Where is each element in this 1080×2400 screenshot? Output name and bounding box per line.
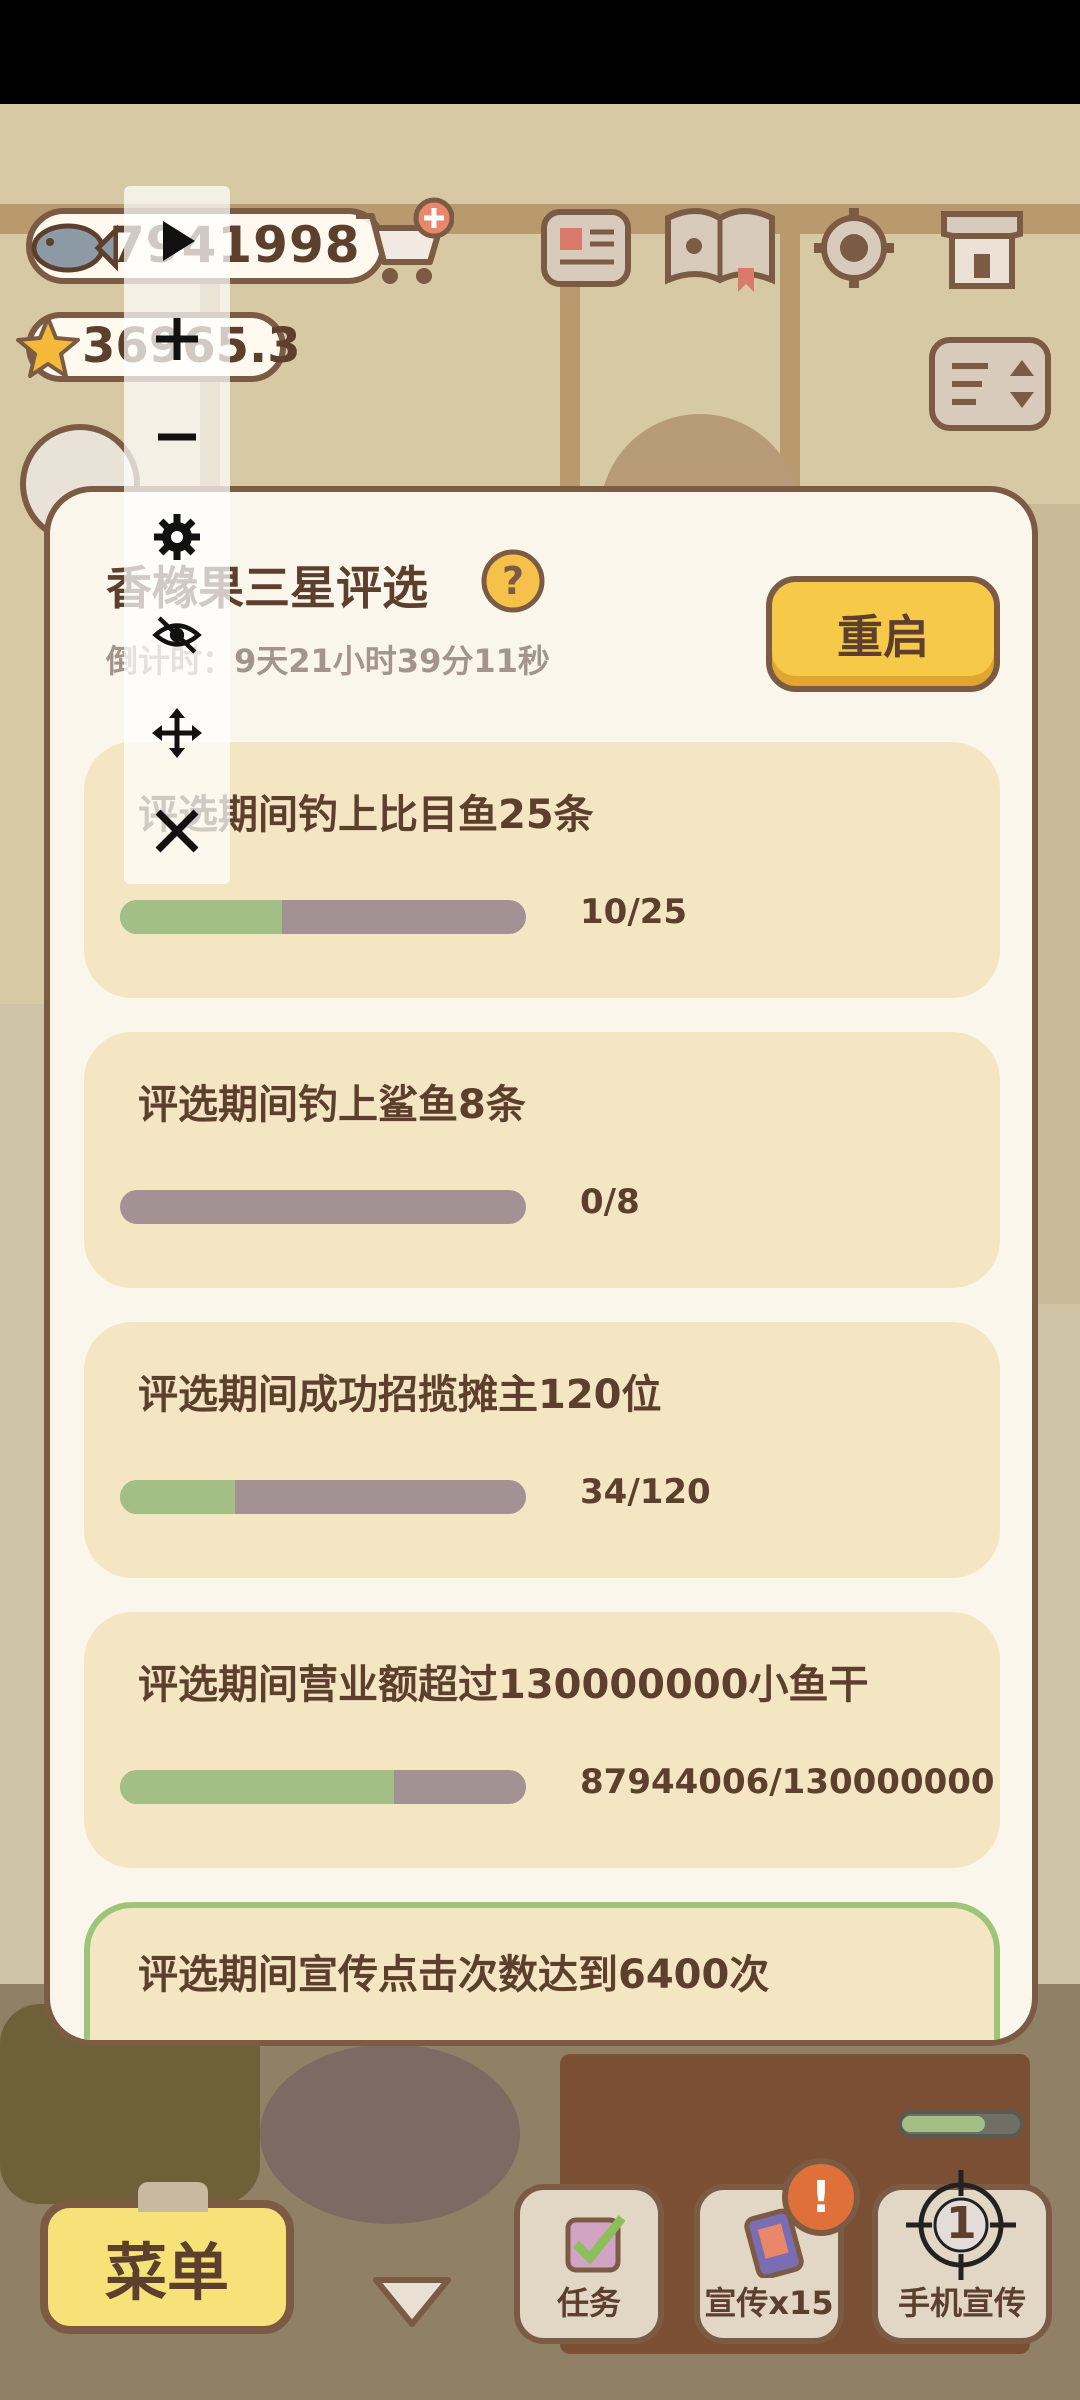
phone-promo-label: 手机宣传: [897, 2284, 1026, 2322]
play-button[interactable]: [152, 216, 202, 266]
settings-button[interactable]: [152, 512, 202, 562]
checklist-icon: [565, 2215, 626, 2273]
task-card: 评选期间成功招揽摊主120位 34/120: [84, 1322, 1000, 1578]
settings-gear-icon[interactable]: [806, 204, 902, 292]
fish-icon: [31, 223, 118, 273]
close-icon: [155, 809, 199, 853]
task-count: 10/25: [580, 892, 688, 932]
task-count: 87944006/130000000: [580, 1762, 995, 1802]
task-text: 评选期间成功招揽摊主120位: [138, 1372, 662, 1418]
promo-energy-fill: [902, 2116, 985, 2132]
newspaper-icon[interactable]: [538, 204, 634, 292]
target-number: 1: [946, 2198, 977, 2249]
task-progress-bar: [120, 900, 526, 934]
svg-text:?: ?: [502, 559, 524, 603]
play-icon: [163, 221, 195, 261]
promo-label: 宣传x15: [704, 2284, 834, 2322]
task-card: 评选期间钓上鲨鱼8条 0/8: [84, 1032, 1000, 1288]
zoom-in-button[interactable]: [152, 314, 202, 364]
scene-rug: [260, 2044, 520, 2224]
task-progress-bar: [120, 1480, 526, 1514]
close-button[interactable]: [152, 806, 202, 856]
status-bar: [0, 0, 1080, 104]
menu-label: 菜单: [104, 2236, 229, 2309]
task-progress-fill: [120, 900, 283, 934]
task-label: 任务: [556, 2284, 621, 2322]
task-count: 34/120: [580, 1472, 711, 1512]
task-count: 0/8: [580, 1182, 640, 1222]
gear-icon: [154, 514, 200, 560]
task-card: 评选期间营业额超过130000000小鱼干 87944006/130000000: [84, 1612, 1000, 1868]
shop-cart-icon[interactable]: [350, 196, 454, 290]
task-text: 评选期间营业额超过130000000小鱼干: [138, 1662, 869, 1708]
menu-clip-icon: [138, 2182, 208, 2212]
task-progress-fill: [120, 1480, 235, 1514]
zoom-out-button[interactable]: [152, 412, 202, 462]
move-button[interactable]: [152, 708, 202, 758]
task-card-highlighted: 评选期间宣传点击次数达到6400次: [84, 1902, 1000, 2040]
hide-button[interactable]: [152, 610, 202, 660]
alert-badge: !: [782, 2158, 860, 2236]
sort-toggle-icon[interactable]: [926, 334, 1054, 434]
minus-icon: [158, 433, 196, 441]
plus-icon: [156, 318, 198, 360]
move-icon: [152, 708, 202, 758]
collapse-arrow-icon[interactable]: [370, 2274, 454, 2330]
task-button[interactable]: 任务: [514, 2184, 664, 2344]
task-text: 评选期间宣传点击次数达到6400次: [138, 1952, 770, 1998]
task-progress-fill: [120, 1770, 395, 1804]
restart-button[interactable]: 重启: [766, 576, 1000, 692]
menu-button[interactable]: 菜单: [40, 2182, 294, 2334]
task-progress-bar: [120, 1190, 526, 1224]
shop-icon[interactable]: [934, 204, 1030, 292]
help-icon[interactable]: ?: [480, 548, 546, 614]
star-icon: [16, 316, 80, 378]
eye-off-icon: [152, 616, 202, 654]
game-screen: 7941998 36965.3: [0, 0, 1080, 2400]
task-progress-bar: [120, 1770, 526, 1804]
task-text: 评选期间钓上鲨鱼8条: [138, 1082, 526, 1128]
book-icon[interactable]: [662, 204, 778, 292]
floating-tool-panel: [124, 186, 230, 884]
